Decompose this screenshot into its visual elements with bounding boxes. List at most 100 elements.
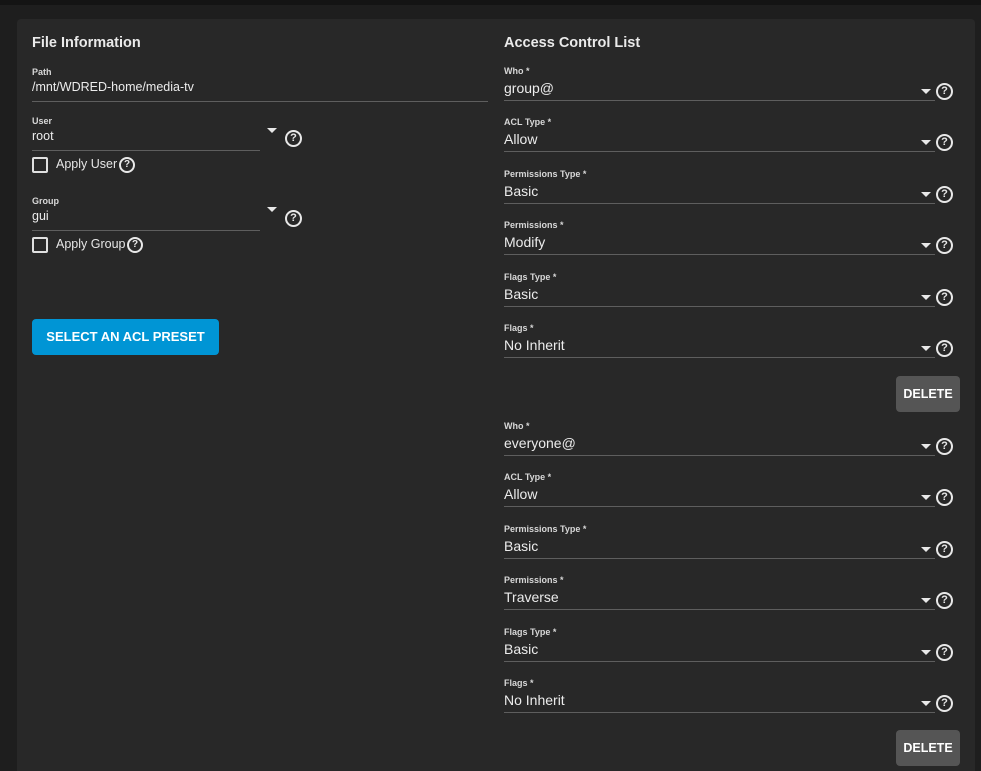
group-underline	[32, 230, 260, 231]
acl-type-label: ACL Type *	[504, 117, 552, 127]
group-value: gui	[32, 209, 49, 223]
flags-underline	[504, 357, 935, 358]
flags-type-value: Basic	[504, 641, 539, 657]
acl-2-who-select[interactable]: Who * everyone@	[504, 421, 935, 456]
caret-down-icon[interactable]	[921, 495, 931, 500]
help-circle-icon[interactable]: ?	[936, 489, 953, 506]
acl-2-delete-button[interactable]: DELETE	[896, 730, 960, 766]
permissions-type-label: Permissions Type *	[504, 169, 587, 179]
path-underline	[32, 101, 488, 102]
acl-type-label: ACL Type *	[504, 472, 552, 482]
caret-down-icon[interactable]	[921, 701, 931, 706]
permissions-value: Traverse	[504, 589, 559, 605]
user-label: User	[32, 116, 53, 126]
caret-down-icon[interactable]	[921, 346, 931, 351]
flags-underline	[504, 712, 935, 713]
acl-1-permissions-select[interactable]: Permissions * Modify	[504, 220, 935, 255]
access-control-list-title: Access Control List	[504, 35, 641, 51]
caret-down-icon[interactable]	[921, 140, 931, 145]
permissions-type-underline	[504, 558, 935, 559]
who-value: group@	[504, 80, 555, 96]
user-underline	[32, 150, 260, 151]
top-bar	[0, 0, 981, 5]
group-select[interactable]: Group gui	[32, 196, 260, 231]
who-underline	[504, 455, 935, 456]
apply-group-checkbox[interactable]	[32, 237, 48, 253]
group-label: Group	[32, 196, 59, 206]
help-circle-icon[interactable]: ?	[936, 289, 953, 306]
flags-label: Flags *	[504, 678, 534, 688]
help-circle-icon[interactable]: ?	[936, 237, 953, 254]
flags-type-label: Flags Type *	[504, 627, 557, 637]
who-label: Who *	[504, 66, 530, 76]
caret-down-icon[interactable]	[921, 89, 931, 94]
user-dropdown-caret-icon[interactable]	[267, 128, 277, 133]
caret-down-icon[interactable]	[921, 650, 931, 655]
help-circle-icon[interactable]: ?	[936, 186, 953, 203]
permissions-type-value: Basic	[504, 538, 539, 554]
group-help-icon[interactable]: ?	[285, 210, 302, 227]
who-underline	[504, 100, 935, 101]
acl-type-underline	[504, 151, 935, 152]
acl-1-flags-select[interactable]: Flags * No Inherit	[504, 323, 935, 358]
help-circle-icon[interactable]: ?	[936, 644, 953, 661]
apply-user-checkbox[interactable]	[32, 157, 48, 173]
flags-value: No Inherit	[504, 337, 565, 353]
caret-down-icon[interactable]	[921, 598, 931, 603]
flags-type-underline	[504, 306, 935, 307]
acl-1-flags-type-select[interactable]: Flags Type * Basic	[504, 272, 935, 307]
flags-value: No Inherit	[504, 692, 565, 708]
acl-1-delete-button[interactable]: DELETE	[896, 376, 960, 412]
help-circle-icon[interactable]: ?	[936, 134, 953, 151]
help-circle-icon[interactable]: ?	[936, 541, 953, 558]
permissions-value: Modify	[504, 234, 546, 250]
acl-1-who-select[interactable]: Who * group@	[504, 66, 935, 101]
caret-down-icon[interactable]	[921, 444, 931, 449]
acl-type-underline	[504, 506, 935, 507]
user-select[interactable]: User root	[32, 116, 260, 151]
permissions-underline	[504, 609, 935, 610]
acl-2-permissions-select[interactable]: Permissions * Traverse	[504, 575, 935, 610]
path-value: /mnt/WDRED-home/media-tv	[32, 80, 194, 94]
acl-2-acl-type-select[interactable]: ACL Type * Allow	[504, 472, 935, 507]
permissions-type-underline	[504, 203, 935, 204]
permissions-label: Permissions *	[504, 220, 564, 230]
caret-down-icon[interactable]	[921, 243, 931, 248]
permissions-underline	[504, 254, 935, 255]
apply-user-help-icon[interactable]: ?	[119, 157, 135, 173]
apply-group-label[interactable]: Apply Group	[56, 237, 125, 251]
apply-group-help-icon[interactable]: ?	[127, 237, 143, 253]
acl-2-flags-select[interactable]: Flags * No Inherit	[504, 678, 935, 713]
who-label: Who *	[504, 421, 530, 431]
permissions-type-value: Basic	[504, 183, 539, 199]
help-circle-icon[interactable]: ?	[936, 83, 953, 100]
acl-1-permissions-type-select[interactable]: Permissions Type * Basic	[504, 169, 935, 204]
help-circle-icon[interactable]: ?	[936, 592, 953, 609]
who-value: everyone@	[504, 435, 576, 451]
acl-2-permissions-type-select[interactable]: Permissions Type * Basic	[504, 524, 935, 559]
file-information-title: File Information	[32, 35, 141, 51]
select-acl-preset-button[interactable]: SELECT AN ACL PRESET	[32, 319, 219, 355]
user-value: root	[32, 129, 54, 143]
apply-user-label[interactable]: Apply User	[56, 157, 117, 171]
caret-down-icon[interactable]	[921, 295, 931, 300]
acl-2-flags-type-select[interactable]: Flags Type * Basic	[504, 627, 935, 662]
acl-1-acl-type-select[interactable]: ACL Type * Allow	[504, 117, 935, 152]
help-circle-icon[interactable]: ?	[936, 340, 953, 357]
user-help-icon[interactable]: ?	[285, 130, 302, 147]
flags-type-underline	[504, 661, 935, 662]
permissions-type-label: Permissions Type *	[504, 524, 587, 534]
acl-type-value: Allow	[504, 131, 538, 147]
flags-type-value: Basic	[504, 286, 539, 302]
path-field: Path /mnt/WDRED-home/media-tv	[32, 67, 488, 102]
help-circle-icon[interactable]: ?	[936, 438, 953, 455]
permissions-label: Permissions *	[504, 575, 564, 585]
caret-down-icon[interactable]	[921, 192, 931, 197]
acl-type-value: Allow	[504, 486, 538, 502]
group-dropdown-caret-icon[interactable]	[267, 207, 277, 212]
path-label: Path	[32, 67, 52, 77]
help-circle-icon[interactable]: ?	[936, 695, 953, 712]
caret-down-icon[interactable]	[921, 547, 931, 552]
flags-type-label: Flags Type *	[504, 272, 557, 282]
flags-label: Flags *	[504, 323, 534, 333]
